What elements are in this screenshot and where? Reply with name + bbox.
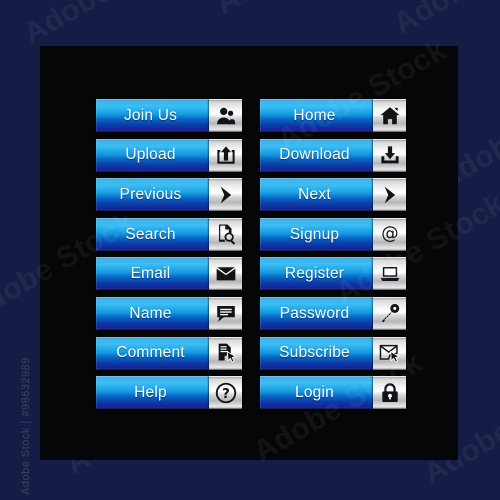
arrow-right-icon[interactable] <box>373 178 406 212</box>
button-download[interactable]: Download <box>260 138 406 172</box>
laptop-icon[interactable] <box>373 257 406 291</box>
button-body[interactable]: Previous <box>96 178 209 212</box>
button-body[interactable]: Home <box>260 99 373 132</box>
button-label: Password <box>279 304 350 322</box>
people-icon[interactable] <box>209 99 242 132</box>
button-body[interactable]: Email <box>96 257 209 291</box>
button-previous[interactable]: Previous <box>96 178 242 212</box>
button-label: Name <box>129 304 172 322</box>
button-label: Search <box>125 225 176 243</box>
question-circle-icon[interactable]: ? <box>209 376 242 410</box>
button-label: Download <box>279 146 350 164</box>
envelope-cursor-icon[interactable] <box>373 336 406 370</box>
envelope-icon[interactable] <box>209 257 242 291</box>
button-label: Upload <box>125 146 176 164</box>
button-name[interactable]: Name <box>96 296 242 330</box>
button-label: Register <box>284 265 345 283</box>
button-home[interactable]: Home <box>260 99 406 132</box>
button-register[interactable]: Register <box>260 257 406 291</box>
svg-text:?: ? <box>222 387 230 402</box>
button-label: Login <box>295 383 334 401</box>
button-label: Comment <box>116 344 185 362</box>
upload-tray-icon[interactable] <box>209 138 242 172</box>
button-body[interactable]: Password <box>260 296 373 330</box>
button-join-us[interactable]: Join Us <box>96 99 242 132</box>
button-next[interactable]: Next <box>260 178 406 212</box>
button-label: Help <box>134 383 167 401</box>
button-body[interactable]: Download <box>260 138 373 172</box>
screenshot-canvas: Adobe StockAdobe StockAdobe StockAdobe S… <box>0 0 500 500</box>
page-cursor-icon[interactable] <box>209 336 242 370</box>
speech-bubble-icon[interactable] <box>209 296 242 330</box>
arrow-right-icon[interactable] <box>209 178 242 212</box>
button-body[interactable]: Login <box>260 376 373 410</box>
button-body[interactable]: Register <box>260 257 373 291</box>
svg-text:@: @ <box>381 224 398 244</box>
button-search[interactable]: Search <box>96 217 242 251</box>
button-body[interactable]: Help <box>96 376 209 410</box>
button-subscribe[interactable]: Subscribe <box>260 336 406 370</box>
button-label: Subscribe <box>279 344 350 362</box>
padlock-icon[interactable] <box>373 376 406 410</box>
button-body[interactable]: Search <box>96 217 209 251</box>
button-upload[interactable]: Upload <box>96 138 242 172</box>
button-body[interactable]: Name <box>96 296 209 330</box>
button-label: Email <box>130 265 171 283</box>
button-email[interactable]: Email <box>96 257 242 291</box>
button-label: Signup <box>289 225 340 243</box>
button-login[interactable]: Login <box>260 376 406 410</box>
at-sign-icon[interactable]: @ <box>373 217 406 251</box>
download-tray-icon[interactable] <box>373 138 406 172</box>
magnifier-page-icon[interactable] <box>209 217 242 251</box>
button-label: Home <box>293 106 336 124</box>
button-comment[interactable]: Comment <box>96 336 242 370</box>
button-grid: Join Us Home Upload Download Previous Next Sea… <box>96 99 406 410</box>
button-body[interactable]: Signup <box>260 217 373 251</box>
button-body[interactable]: Join Us <box>96 99 209 132</box>
key-icon[interactable] <box>373 296 406 330</box>
house-icon[interactable] <box>373 99 406 132</box>
button-body[interactable]: Comment <box>96 336 209 370</box>
button-help[interactable]: Help? <box>96 376 242 410</box>
button-body[interactable]: Next <box>260 178 373 212</box>
button-label: Next <box>298 185 331 203</box>
button-password[interactable]: Password <box>260 296 406 330</box>
button-label: Previous <box>119 185 182 203</box>
button-panel: Join Us Home Upload Download Previous Next Sea… <box>40 46 458 460</box>
button-signup[interactable]: Signup @ <box>260 217 406 251</box>
button-body[interactable]: Subscribe <box>260 336 373 370</box>
button-body[interactable]: Upload <box>96 138 209 172</box>
button-label: Join Us <box>123 106 178 124</box>
